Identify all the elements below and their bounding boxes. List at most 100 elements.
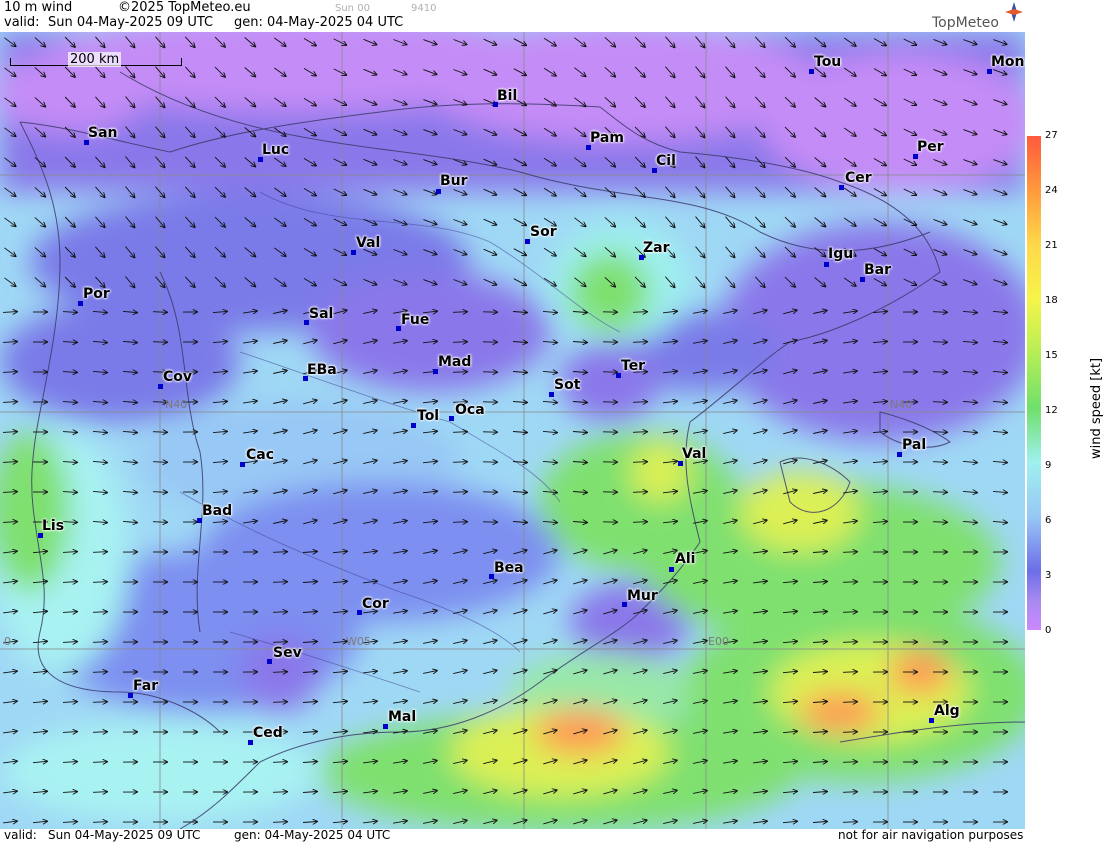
valid-time: Sun 04-May-2025 09 UTC	[48, 15, 214, 30]
wind-arrow	[92, 702, 107, 703]
legend-tick: 9	[1045, 460, 1052, 471]
footer-valid-time: Sun 04-May-2025 09 UTC	[48, 828, 201, 842]
city-label-mur: Mur	[627, 588, 658, 604]
city-label-mon: Mon	[991, 54, 1025, 70]
legend-tick: 6	[1045, 515, 1052, 526]
wind-arrow	[92, 552, 107, 553]
wind-map: 200 km N40 N40 W05 E00 0 Tou Mon Bil San…	[0, 32, 1025, 829]
city-marker	[449, 416, 454, 421]
wind-arrow	[272, 552, 287, 553]
city-label-bur: Bur	[440, 173, 468, 189]
wind-arrow	[452, 432, 467, 433]
wind-arrow	[452, 522, 467, 523]
wind-arrow	[632, 342, 647, 343]
wind-arrow	[92, 582, 107, 583]
city-label-luc: Luc	[262, 142, 290, 158]
grid-label-e00: E00	[708, 635, 729, 648]
wind-arrow	[272, 762, 287, 763]
wind-arrow	[842, 702, 857, 703]
city-label-per: Per	[917, 139, 944, 155]
city-label-eba: EBa	[307, 362, 337, 378]
wind-speed-legend: 27 24 21 18 15 12 9 6 3 0 wind speed [kt…	[1027, 130, 1117, 636]
wind-arrow	[152, 492, 167, 493]
city-label-cil: Cil	[656, 153, 676, 169]
city-label-cer: Cer	[845, 170, 872, 186]
wind-field	[0, 32, 1025, 829]
wind-arrow	[152, 462, 167, 463]
city-label-bea: Bea	[494, 560, 524, 576]
city-label-lis: Lis	[42, 518, 65, 534]
wind-arrow	[632, 492, 647, 493]
city-label-sot: Sot	[554, 377, 581, 393]
wind-arrow	[152, 312, 167, 313]
legend-tick: 21	[1045, 240, 1058, 251]
city-label-ter: Ter	[621, 358, 646, 374]
wind-arrow	[932, 462, 947, 463]
wind-arrow	[272, 792, 287, 793]
legend-tick: 24	[1045, 185, 1058, 196]
city-label-cor: Cor	[362, 596, 389, 612]
city-marker	[824, 262, 829, 267]
legend-color-bar	[1027, 136, 1041, 630]
wind-arrow	[272, 702, 287, 703]
wind-arrow	[632, 462, 647, 463]
wind-arrow	[632, 312, 647, 313]
legend-tick: 0	[1045, 625, 1052, 636]
wind-arrow	[842, 672, 857, 673]
legend-tick: 12	[1045, 405, 1058, 416]
wind-arrow	[272, 642, 287, 643]
disclaimer: not for air navigation purposes	[838, 828, 1024, 842]
footer-generation-time: gen: 04-May-2025 04 UTC	[234, 828, 391, 842]
grid-label-w05: W05	[346, 635, 371, 648]
wind-arrow	[842, 792, 857, 793]
copyright: ©2025 TopMeteo.eu	[118, 0, 251, 15]
city-marker	[669, 567, 674, 572]
city-label-pam: Pam	[590, 130, 624, 146]
legend-tick: 15	[1045, 350, 1058, 361]
wind-arrow	[92, 732, 107, 733]
wind-arrow	[452, 372, 467, 373]
city-label-igu: Igu	[828, 246, 854, 262]
wind-arrow	[272, 822, 287, 823]
wind-arrow	[932, 492, 947, 493]
city-marker	[436, 189, 441, 194]
city-marker	[839, 185, 844, 190]
city-label-mad: Mad	[438, 354, 472, 370]
wind-arrow	[842, 762, 857, 763]
wind-arrow	[272, 612, 287, 613]
footer-valid-label: valid:	[4, 828, 37, 842]
city-label-por: Por	[83, 286, 110, 302]
legend-tick: 3	[1045, 570, 1052, 581]
city-label-cac: Cac	[246, 447, 275, 463]
wind-arrow	[92, 822, 107, 823]
wind-arrow	[452, 312, 467, 313]
wind-arrow	[632, 402, 647, 403]
city-label-tol: Tol	[417, 408, 440, 424]
wind-arrow	[632, 522, 647, 523]
city-label-sev: Sev	[273, 645, 302, 661]
scale-label: 200 km	[68, 52, 122, 67]
wind-arrow	[932, 522, 947, 523]
wind-arrow	[272, 582, 287, 583]
wind-arrow	[842, 822, 857, 823]
legend-title: wind speed [kt]	[1089, 357, 1104, 459]
generation-time: gen: 04-May-2025 04 UTC	[234, 15, 404, 30]
run-hint: Sun 00	[335, 3, 370, 14]
city-label-bad: Bad	[202, 503, 233, 519]
city-label-bil: Bil	[497, 88, 518, 104]
wind-arrow	[842, 582, 857, 583]
map-title: 10 m wind	[4, 0, 73, 15]
city-label-val-coast: Val	[682, 446, 707, 462]
city-label-ali: Ali	[675, 551, 696, 567]
wind-arrow	[92, 642, 107, 643]
wind-arrow	[152, 522, 167, 523]
wind-arrow	[842, 732, 857, 733]
legend-tick: 18	[1045, 295, 1058, 306]
wind-arrow	[932, 372, 947, 373]
wind-arrow	[452, 492, 467, 493]
wind-arrow	[92, 762, 107, 763]
wind-arrow	[932, 402, 947, 403]
wind-arrow	[842, 642, 857, 643]
wind-arrow	[452, 342, 467, 343]
city-label-zar: Zar	[643, 240, 670, 256]
